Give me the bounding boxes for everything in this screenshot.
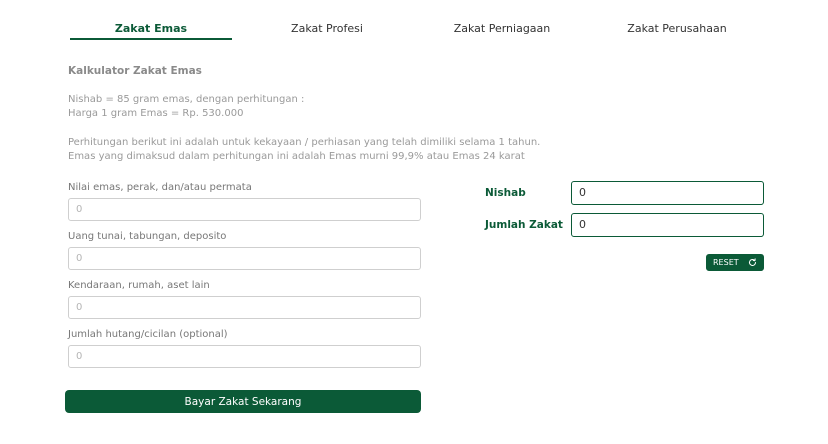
field-label-gold-value: Nilai emas, perak, dan/atau permata	[68, 182, 252, 193]
info-gold-purity: Emas yang dimaksud dalam perhitungan ini…	[68, 151, 525, 162]
nishab-value: 0	[571, 181, 764, 205]
pay-zakat-button[interactable]: Bayar Zakat Sekarang	[65, 390, 421, 413]
tab-zakat-emas[interactable]: Zakat Emas	[70, 22, 232, 44]
field-label-debt: Jumlah hutang/cicilan (optional)	[68, 329, 228, 340]
refresh-icon	[748, 258, 757, 267]
assets-input[interactable]	[68, 296, 421, 319]
active-tab-indicator	[70, 38, 232, 40]
reset-button[interactable]: RESET	[706, 254, 764, 271]
tab-bar: Zakat Emas Zakat Profesi Zakat Perniagaa…	[0, 22, 828, 44]
field-label-cash: Uang tunai, tabungan, deposito	[68, 231, 227, 242]
gold-value-input[interactable]	[68, 198, 421, 221]
nishab-label: Nishab	[485, 187, 526, 199]
info-nishab: Nishab = 85 gram emas, dengan perhitunga…	[68, 94, 305, 105]
zakat-amount-label: Jumlah Zakat	[485, 219, 563, 231]
tab-zakat-profesi[interactable]: Zakat Profesi	[246, 22, 408, 44]
field-label-assets: Kendaraan, rumah, aset lain	[68, 280, 210, 291]
debt-input[interactable]	[68, 345, 421, 368]
cash-input[interactable]	[68, 247, 421, 270]
info-ownership: Perhitungan berikut ini adalah untuk kek…	[68, 137, 541, 148]
tab-zakat-perusahaan[interactable]: Zakat Perusahaan	[596, 22, 758, 44]
reset-label: RESET	[713, 258, 739, 267]
tab-zakat-perniagaan[interactable]: Zakat Perniagaan	[421, 22, 583, 44]
info-gold-price: Harga 1 gram Emas = Rp. 530.000	[68, 108, 244, 119]
calculator-title: Kalkulator Zakat Emas	[68, 65, 202, 77]
zakat-amount-value: 0	[571, 213, 764, 237]
